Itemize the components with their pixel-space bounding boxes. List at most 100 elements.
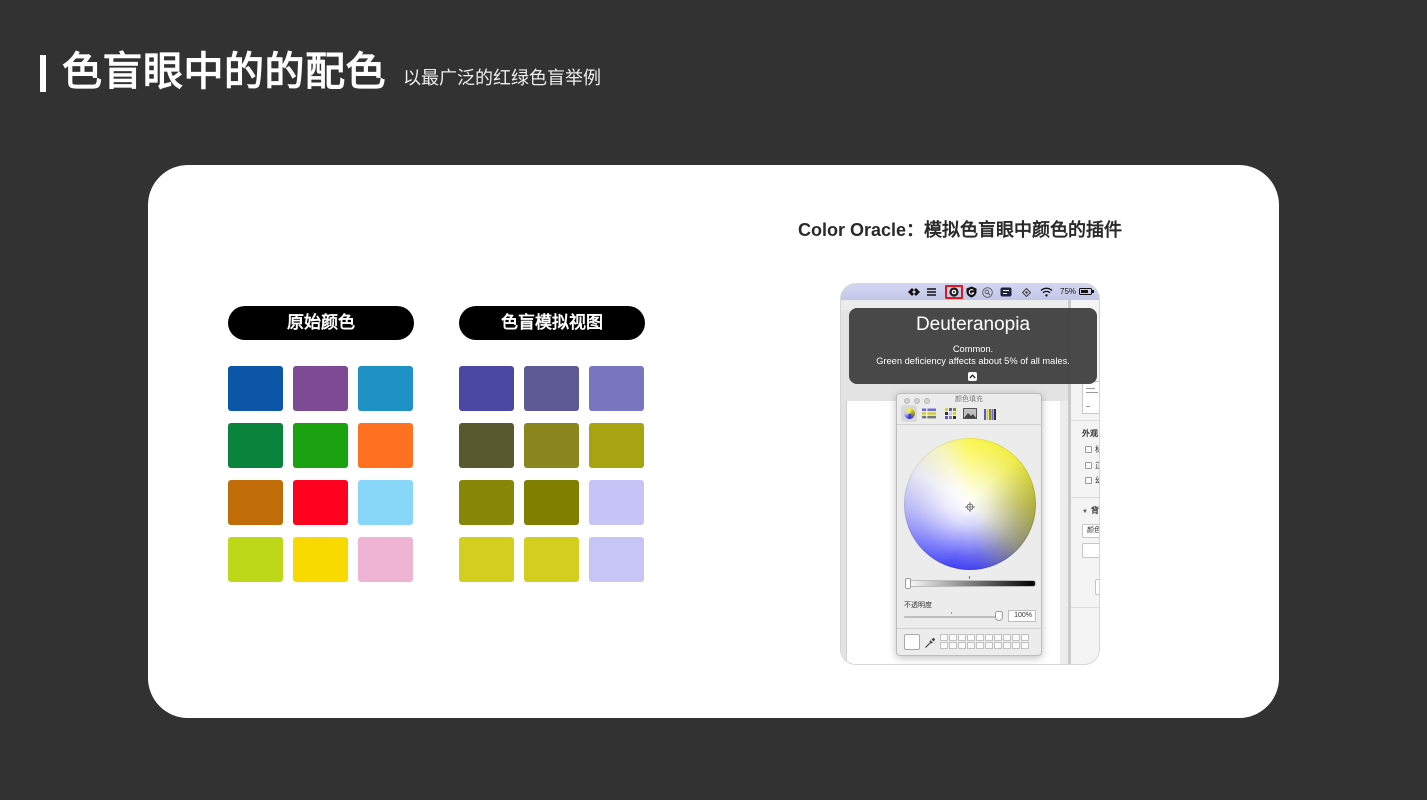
crosshair-icon[interactable] <box>965 499 975 512</box>
thumbnail-line <box>1086 388 1095 389</box>
dictionary-icon[interactable] <box>1000 286 1012 298</box>
background-heading-label: 背 <box>1090 506 1099 515</box>
chevron-up-icon[interactable] <box>968 372 977 381</box>
inspector-separator <box>1071 607 1099 608</box>
simulated-swatch <box>524 480 579 525</box>
saved-color-slot[interactable] <box>1003 634 1011 641</box>
checkbox-label: 标 <box>1095 445 1099 454</box>
saved-color-slot[interactable] <box>958 642 966 649</box>
opacity-field[interactable]: 100% <box>1008 610 1036 622</box>
shield-icon[interactable] <box>966 286 977 298</box>
simulated-swatch <box>524 537 579 582</box>
saved-color-slot[interactable] <box>976 634 984 641</box>
original-swatch <box>228 480 283 525</box>
saved-color-slot[interactable] <box>1012 642 1020 649</box>
inspector-separator <box>1071 497 1099 498</box>
simulated-swatch <box>589 366 644 411</box>
battery-terminal <box>1092 290 1094 293</box>
color-wheel-icon[interactable] <box>903 407 915 420</box>
tooltip-title: Deuteranopia <box>915 314 1031 335</box>
color-palettes-icon[interactable] <box>944 407 956 420</box>
disclosure-triangle-icon[interactable]: ▼ <box>1082 509 1088 515</box>
content-card: Color Oracle：模拟色盲眼中颜色的插件 原始颜色 色盲模拟视图 外观 … <box>148 165 1279 718</box>
original-swatch-grid <box>228 366 413 582</box>
opacity-slider-knob[interactable] <box>995 611 1003 621</box>
fill-type-select[interactable]: 颜色 <box>1082 524 1099 538</box>
saved-color-slot[interactable] <box>940 642 948 649</box>
color-oracle-icon[interactable] <box>945 285 963 299</box>
wifi-icon[interactable] <box>1040 286 1053 298</box>
battery-percentage[interactable]: 75% <box>1060 287 1076 297</box>
thumbnail-line <box>1086 406 1090 407</box>
saved-color-slot[interactable] <box>1021 634 1029 641</box>
saved-color-slot[interactable] <box>1003 642 1011 649</box>
checkbox-label: 正 <box>1095 461 1099 470</box>
image-palettes-icon[interactable] <box>963 407 977 420</box>
fill-color-well[interactable] <box>1082 543 1099 558</box>
title-accent-bar <box>40 55 46 92</box>
slide-number-checkbox[interactable] <box>1085 477 1092 484</box>
thumbnail-line <box>1086 392 1098 393</box>
color-fill-panel: 颜色填充 不透明度 100% <box>896 393 1042 656</box>
saved-color-slot[interactable] <box>940 634 948 641</box>
simulated-swatch <box>524 366 579 411</box>
saved-colors-grid <box>940 634 1029 649</box>
original-swatch <box>358 423 413 468</box>
menu-bar: 75% <box>841 284 1099 300</box>
simulated-colors-label: 色盲模拟视图 <box>459 306 645 340</box>
plugin-caption: Color Oracle：模拟色盲眼中颜色的插件 <box>798 220 1123 240</box>
saved-color-slot[interactable] <box>967 634 975 641</box>
inspector-separator <box>1071 420 1099 421</box>
lines-icon[interactable] <box>926 286 937 298</box>
original-swatch <box>293 366 348 411</box>
brightness-tick <box>969 576 970 579</box>
saved-color-slot[interactable] <box>994 642 1002 649</box>
layout-thumbnail[interactable] <box>1082 381 1099 414</box>
background-heading[interactable]: ▼ 背 <box>1082 506 1099 517</box>
eyedropper-icon[interactable] <box>924 636 936 648</box>
battery-level <box>1081 290 1088 293</box>
original-colors-label: 原始颜色 <box>228 306 414 340</box>
saved-color-slot[interactable] <box>967 642 975 649</box>
saved-color-slot[interactable] <box>1012 634 1020 641</box>
sync-icon[interactable] <box>1022 286 1031 298</box>
saved-color-slot[interactable] <box>949 634 957 641</box>
saved-color-slot[interactable] <box>949 642 957 649</box>
title-checkbox[interactable] <box>1085 446 1092 453</box>
simulated-swatch <box>459 423 514 468</box>
pencils-icon[interactable] <box>984 407 996 420</box>
current-color-well[interactable] <box>904 634 920 650</box>
code-arrows-icon[interactable] <box>907 286 921 298</box>
search-icon[interactable] <box>982 286 993 298</box>
color-wheel-icon-graphic <box>903 408 915 419</box>
body-checkbox[interactable] <box>1085 462 1092 469</box>
brightness-slider[interactable] <box>905 580 1036 587</box>
checkbox-label: 幻 <box>1095 476 1099 485</box>
original-swatch <box>293 537 348 582</box>
simulated-swatch <box>589 423 644 468</box>
battery-icon[interactable] <box>1079 288 1092 295</box>
saved-color-slot[interactable] <box>985 642 993 649</box>
color-sliders-icon[interactable] <box>922 407 936 420</box>
saved-color-slot[interactable] <box>1021 642 1029 649</box>
simulated-swatch <box>589 537 644 582</box>
simulated-swatch-grid <box>459 366 644 582</box>
inspector-control[interactable] <box>1095 579 1099 595</box>
simulated-swatch <box>459 480 514 525</box>
saved-color-slot[interactable] <box>985 634 993 641</box>
opacity-slider[interactable] <box>904 616 1000 618</box>
simulated-swatch <box>524 423 579 468</box>
toolbar-separator <box>897 424 1041 425</box>
original-swatch <box>228 423 283 468</box>
simulated-swatch <box>459 366 514 411</box>
tooltip-description: Green deficiency affects about 5% of all… <box>876 356 1070 366</box>
tooltip-frequency: Common. <box>952 344 994 354</box>
saved-color-slot[interactable] <box>958 634 966 641</box>
canvas-scrollbar[interactable] <box>1060 401 1068 664</box>
original-swatch <box>293 423 348 468</box>
saved-color-slot[interactable] <box>994 634 1002 641</box>
saved-color-slot[interactable] <box>976 642 984 649</box>
brightness-slider-knob[interactable] <box>905 578 911 589</box>
original-swatch <box>358 366 413 411</box>
original-swatch <box>228 366 283 411</box>
